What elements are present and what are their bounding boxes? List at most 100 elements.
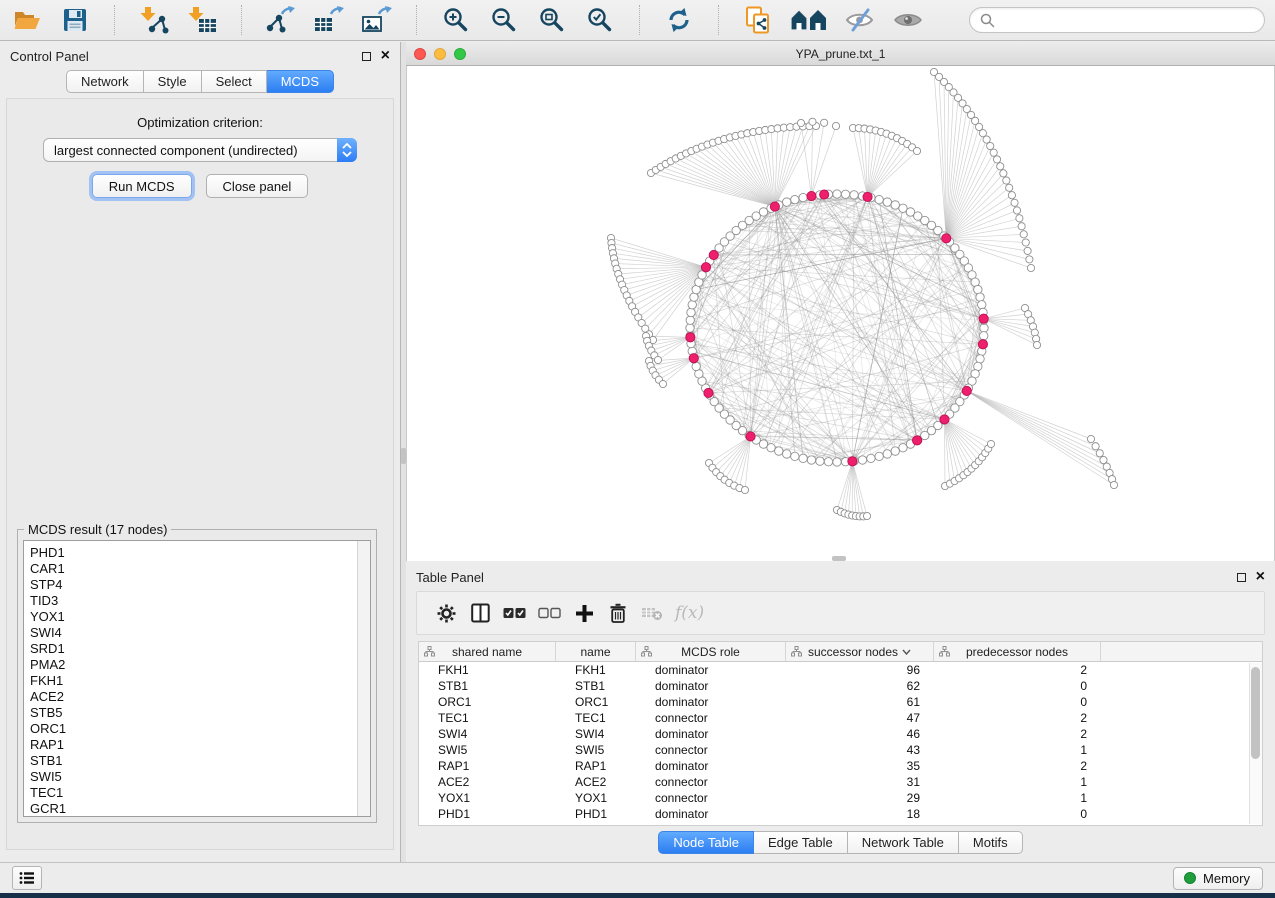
import-network-button[interactable]: [137, 4, 171, 36]
tab-mcds[interactable]: MCDS: [267, 70, 334, 93]
table-row[interactable]: STB1STB1dominator620: [419, 678, 1262, 694]
refresh-button[interactable]: [662, 4, 696, 36]
mcds-result-item[interactable]: PMA2: [24, 657, 370, 673]
task-history-button[interactable]: [12, 866, 42, 890]
dominator-node[interactable]: [848, 457, 857, 466]
network-canvas[interactable]: [406, 66, 1275, 561]
close-panel-button[interactable]: Close panel: [206, 174, 309, 198]
export-image-button[interactable]: [360, 4, 394, 36]
mcds-result-item[interactable]: ORC1: [24, 721, 370, 737]
control-panel: Control Panel × Network Style Select MCD…: [0, 42, 401, 862]
add-column-button[interactable]: [573, 600, 595, 626]
export-network-button[interactable]: [264, 4, 298, 36]
export-table-button[interactable]: [312, 4, 346, 36]
search-input[interactable]: [1001, 13, 1254, 28]
mcds-result-item[interactable]: FKH1: [24, 673, 370, 689]
share-document-button[interactable]: [741, 4, 775, 36]
dominator-node[interactable]: [746, 432, 755, 441]
table-row[interactable]: ACE2ACE2connector311: [419, 774, 1262, 790]
column-header-MCDS-role[interactable]: MCDS role: [636, 642, 786, 661]
dominator-node[interactable]: [863, 192, 872, 201]
mcds-result-item[interactable]: STB5: [24, 705, 370, 721]
dominator-node[interactable]: [701, 263, 710, 272]
float-panel-icon[interactable]: [362, 52, 371, 61]
column-header-name[interactable]: name: [556, 642, 636, 661]
dominator-node[interactable]: [686, 333, 695, 342]
dominator-node[interactable]: [820, 190, 829, 199]
dominator-node[interactable]: [978, 340, 987, 349]
tab-motifs[interactable]: Motifs: [959, 831, 1023, 854]
dominator-node[interactable]: [770, 202, 779, 211]
open-file-button[interactable]: [10, 4, 44, 36]
import-table-button[interactable]: [185, 4, 219, 36]
save-session-button[interactable]: [58, 4, 92, 36]
dominator-node[interactable]: [942, 234, 951, 243]
mcds-result-item[interactable]: STP4: [24, 577, 370, 593]
mcds-result-item[interactable]: STB1: [24, 753, 370, 769]
mcds-list-scrollbar[interactable]: [357, 541, 370, 816]
zoom-fit-button[interactable]: [535, 4, 569, 36]
dominator-node[interactable]: [689, 354, 698, 363]
dominator-node[interactable]: [912, 436, 921, 445]
tab-network-table[interactable]: Network Table: [848, 831, 959, 854]
optimization-criterion-select[interactable]: largest connected component (undirected): [43, 138, 357, 162]
mcds-result-item[interactable]: TID3: [24, 593, 370, 609]
zoom-in-button[interactable]: [439, 4, 473, 36]
run-mcds-button[interactable]: Run MCDS: [92, 174, 192, 198]
network-window-titlebar[interactable]: YPA_prune.txt_1: [406, 42, 1275, 66]
tab-edge-table[interactable]: Edge Table: [754, 831, 848, 854]
close-panel-icon[interactable]: ×: [381, 51, 390, 61]
mcds-result-item[interactable]: GCR1: [24, 801, 370, 817]
tab-select[interactable]: Select: [202, 70, 267, 93]
dominator-node[interactable]: [962, 386, 971, 395]
mcds-result-item[interactable]: SRD1: [24, 641, 370, 657]
column-header-predecessor-nodes[interactable]: predecessor nodes: [934, 642, 1101, 661]
zoom-out-button[interactable]: [487, 4, 521, 36]
mcds-result-item[interactable]: SWI5: [24, 769, 370, 785]
mcds-result-item[interactable]: RAP1: [24, 737, 370, 753]
tab-node-table[interactable]: Node Table: [658, 831, 754, 854]
deselect-all-columns-button[interactable]: [538, 600, 561, 626]
function-builder-button[interactable]: f(x): [675, 600, 704, 626]
dominator-node[interactable]: [979, 314, 988, 323]
dominator-node[interactable]: [807, 191, 816, 200]
column-header-successor-nodes[interactable]: successor nodes: [786, 642, 934, 661]
settings-gear-button[interactable]: [435, 600, 457, 626]
search-field[interactable]: [969, 7, 1265, 33]
mcds-result-item[interactable]: PHD1: [24, 545, 370, 561]
show-all-button[interactable]: [891, 4, 925, 36]
tab-network[interactable]: Network: [66, 70, 144, 93]
column-chooser-button[interactable]: [469, 600, 491, 626]
home-button[interactable]: [789, 4, 829, 36]
table-row[interactable]: TEC1TEC1connector472: [419, 710, 1262, 726]
delete-table-button[interactable]: [641, 600, 663, 626]
table-row[interactable]: SWI5SWI5connector431: [419, 742, 1262, 758]
zoom-selected-button[interactable]: [583, 4, 617, 36]
delete-column-button[interactable]: [607, 600, 629, 626]
table-scrollbar[interactable]: [1249, 663, 1262, 824]
table-row[interactable]: RAP1RAP1dominator352: [419, 758, 1262, 774]
close-table-panel-icon[interactable]: ×: [1256, 572, 1265, 582]
tab-style[interactable]: Style: [144, 70, 202, 93]
table-row[interactable]: PHD1PHD1dominator180: [419, 806, 1262, 822]
dominator-node[interactable]: [704, 388, 713, 397]
table-row[interactable]: SWI4SWI4dominator462: [419, 726, 1262, 742]
dominator-node[interactable]: [709, 250, 718, 259]
table-scrollbar-thumb[interactable]: [1251, 667, 1260, 759]
memory-button[interactable]: Memory: [1173, 867, 1263, 890]
table-panel-divider-handle[interactable]: [832, 556, 846, 561]
mcds-result-item[interactable]: SWI4: [24, 625, 370, 641]
select-all-columns-button[interactable]: [503, 600, 526, 626]
hide-selected-button[interactable]: [843, 4, 877, 36]
mcds-result-item[interactable]: CAR1: [24, 561, 370, 577]
column-header-shared-name[interactable]: shared name: [419, 642, 556, 661]
mcds-result-item[interactable]: YOX1: [24, 609, 370, 625]
table-row[interactable]: YOX1YOX1connector291: [419, 790, 1262, 806]
table-row[interactable]: FKH1FKH1dominator962: [419, 662, 1262, 678]
mcds-result-item[interactable]: ACE2: [24, 689, 370, 705]
mcds-result-item[interactable]: TEC1: [24, 785, 370, 801]
table-row[interactable]: ORC1ORC1dominator610: [419, 694, 1262, 710]
dominator-node[interactable]: [940, 415, 949, 424]
float-table-panel-icon[interactable]: [1237, 573, 1246, 582]
cell-shared-name: FKH1: [419, 662, 556, 678]
